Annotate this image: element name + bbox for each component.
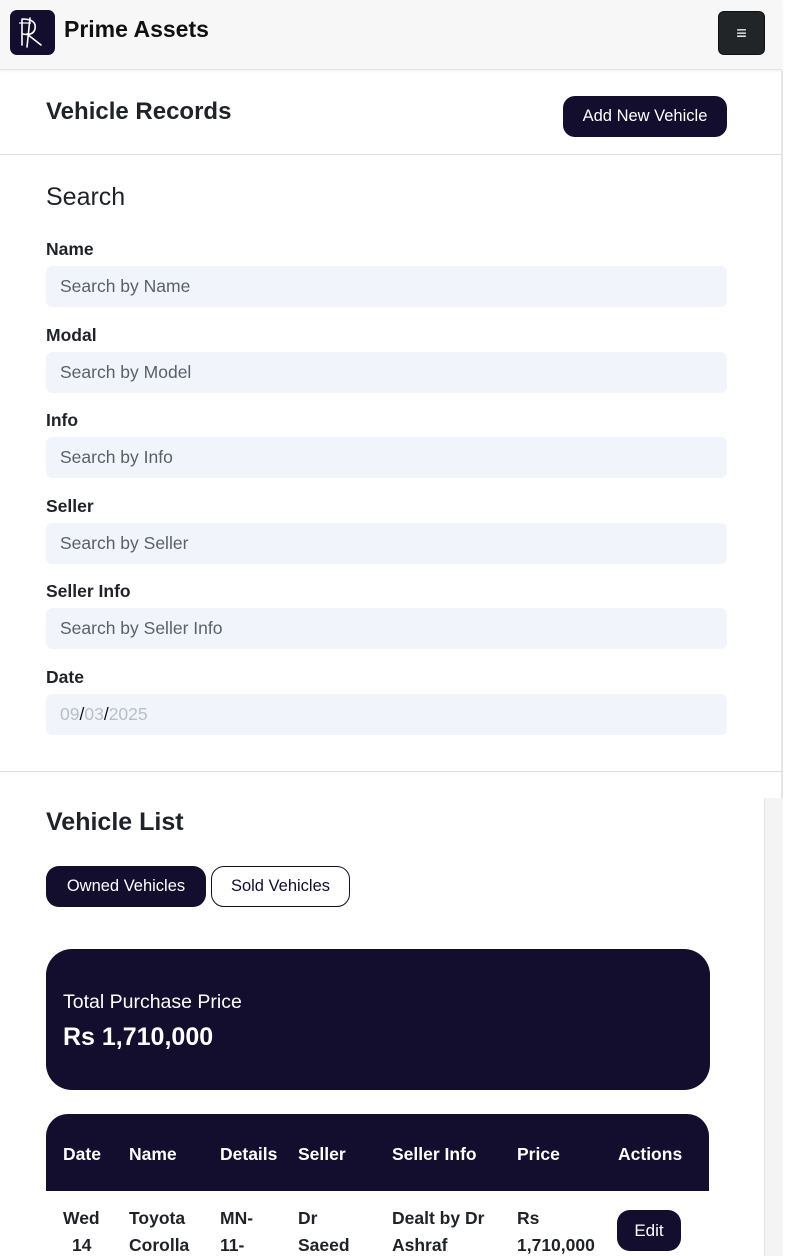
add-new-vehicle-button[interactable]: Add New Vehicle <box>563 96 727 137</box>
table-header-row: Date Name Details Seller Seller Info Pri… <box>46 1114 709 1191</box>
tab-owned-vehicles[interactable]: Owned Vehicles <box>46 866 206 907</box>
info-search-input[interactable]: Search by Info <box>46 437 727 478</box>
date-year: 2025 <box>108 704 148 724</box>
page-header: Vehicle Records Add New Vehicle <box>0 70 781 155</box>
date-label: Date <box>46 667 84 687</box>
column-header-seller-info: Seller Info <box>392 1144 477 1164</box>
name-search-input[interactable]: Search by Name <box>46 266 727 307</box>
cell-seller-info: Dealt by Dr Ashraf <box>392 1208 485 1255</box>
top-navbar: Prime Assets ≡ <box>0 0 782 70</box>
column-header-date: Date <box>63 1144 101 1164</box>
cell-seller: Dr Saeed <box>298 1208 350 1255</box>
edit-button[interactable]: Edit <box>617 1210 681 1251</box>
cell-price: Rs 1,710,000 <box>517 1208 595 1255</box>
vehicle-table: Date Name Details Seller Seller Info Pri… <box>46 1114 709 1256</box>
brand-name[interactable]: Prime Assets <box>64 16 209 43</box>
column-header-actions: Actions <box>618 1144 683 1164</box>
table-row[interactable]: Wed 14 Toyota Corolla MN- 11- Dr Saeed D… <box>46 1191 709 1256</box>
seller-label: Seller <box>46 496 94 516</box>
total-purchase-label: Total Purchase Price <box>63 991 242 1013</box>
hamburger-icon: ≡ <box>736 22 747 43</box>
model-search-input[interactable]: Search by Model <box>46 352 727 393</box>
search-section-title: Search <box>46 183 126 211</box>
total-purchase-card: Total Purchase Price Rs 1,710,000 <box>46 949 710 1090</box>
total-purchase-value: Rs 1,710,000 <box>63 1023 214 1051</box>
date-month: 09 <box>60 704 80 724</box>
cell-details: MN- 11- <box>220 1208 254 1255</box>
column-header-price: Price <box>517 1144 560 1164</box>
tab-sold-vehicles[interactable]: Sold Vehicles <box>211 866 350 907</box>
seller-info-label: Seller Info <box>46 581 131 601</box>
cell-date: Wed 14 <box>63 1208 100 1255</box>
brand-logo-icon[interactable] <box>10 10 55 55</box>
date-day: 03 <box>84 704 104 724</box>
menu-toggle-button[interactable]: ≡ <box>718 11 765 55</box>
vehicle-list-title: Vehicle List <box>46 808 184 836</box>
scrollbar[interactable] <box>764 798 783 1256</box>
seller-search-input[interactable]: Search by Seller <box>46 523 727 564</box>
cell-name: Toyota Corolla <box>129 1208 190 1255</box>
column-header-seller: Seller <box>298 1144 346 1164</box>
seller-info-search-input[interactable]: Search by Seller Info <box>46 608 727 649</box>
name-label: Name <box>46 239 94 259</box>
info-label: Info <box>46 410 79 430</box>
column-header-details: Details <box>220 1144 278 1164</box>
page-title: Vehicle Records <box>46 98 232 125</box>
section-divider <box>0 771 781 772</box>
date-search-input[interactable]: 09/03/2025 <box>46 694 727 735</box>
model-label: Modal <box>46 325 97 345</box>
column-header-name: Name <box>129 1144 177 1164</box>
